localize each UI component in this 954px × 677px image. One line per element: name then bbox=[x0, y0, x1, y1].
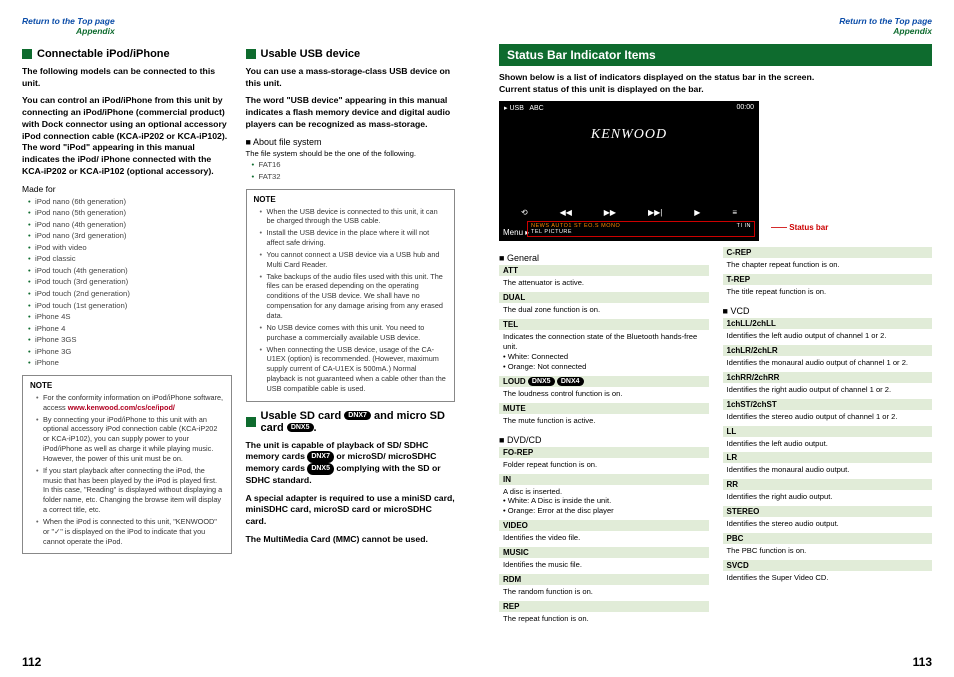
status-intro2: Current status of this unit is displayed… bbox=[499, 84, 932, 96]
general-heading: General bbox=[499, 253, 709, 263]
note-title: NOTE bbox=[30, 381, 224, 390]
dnx7-badge: DNX7 bbox=[344, 411, 371, 420]
return-link-text: Return to the Top page bbox=[22, 16, 115, 26]
right-col-1: General ATTThe attenuator is active.DUAL… bbox=[499, 247, 709, 627]
brand-logo: KENWOOD bbox=[499, 115, 759, 143]
fs-list: FAT16FAT32 bbox=[246, 159, 456, 182]
sd-body-2: A special adapter is required to use a m… bbox=[246, 493, 456, 528]
top-return-link[interactable]: Return to the Top page Appendix bbox=[22, 16, 115, 36]
device-screenshot: ▸ USB ABC 00:00 KENWOOD ⟲◀◀▶▶▶▶|▶≡ Menu … bbox=[499, 101, 759, 241]
right-col-2: C-REPThe chapter repeat function is on.T… bbox=[723, 247, 933, 627]
status-bar-callout: —— Status bar bbox=[771, 223, 828, 232]
ipod-model-list: iPod nano (6th generation)iPod nano (5th… bbox=[22, 196, 232, 369]
sd-body-3: The MultiMedia Card (MMC) cannot be used… bbox=[246, 534, 456, 546]
menu-label: Menu ▸ bbox=[503, 228, 529, 237]
appendix-link: Appendix bbox=[76, 26, 115, 36]
ipod-note-list: For the conformity information on iPod/i… bbox=[30, 393, 224, 547]
playback-controls: ⟲◀◀▶▶▶▶|▶≡ bbox=[499, 208, 759, 217]
left-col-1: Connectable iPod/iPhone The following mo… bbox=[22, 44, 232, 554]
usb-body: The word "USB device" appearing in this … bbox=[246, 95, 456, 130]
ipod-heading: Connectable iPod/iPhone bbox=[37, 48, 170, 60]
bullet-icon bbox=[246, 49, 256, 59]
left-page: Return to the Top page Appendix Connecta… bbox=[0, 0, 477, 677]
note-title: NOTE bbox=[254, 195, 448, 204]
status-bar-highlight: NEWS AUTO1 ST EO.S MONOTEL PICTURE TI IN bbox=[527, 221, 755, 237]
ipod-intro: The following models can be connected to… bbox=[22, 66, 232, 89]
bullet-icon bbox=[246, 417, 256, 427]
ipod-body: You can control an iPod/iPhone from this… bbox=[22, 95, 232, 177]
usb-note-box: NOTE When the USB device is connected to… bbox=[246, 189, 456, 402]
usb-heading: Usable USB device bbox=[261, 48, 361, 60]
top-return-link[interactable]: Return to the Top page Appendix bbox=[839, 16, 932, 36]
made-for-label: Made for bbox=[22, 184, 232, 194]
left-col-2: Usable USB device You can use a mass-sto… bbox=[246, 44, 456, 554]
return-link-text: Return to the Top page bbox=[839, 16, 932, 26]
status-bar-title: Status Bar Indicator Items bbox=[499, 44, 932, 66]
fs-text: The file system should be the one of the… bbox=[246, 149, 456, 160]
status-intro1: Shown below is a list of indicators disp… bbox=[499, 72, 932, 84]
vcd-heading: VCD bbox=[723, 306, 933, 316]
page-number-right: 113 bbox=[913, 655, 932, 669]
ipod-note-box: NOTE For the conformity information on i… bbox=[22, 375, 232, 555]
appendix-link: Appendix bbox=[893, 26, 932, 36]
usb-intro: You can use a mass-storage-class USB dev… bbox=[246, 66, 456, 89]
dnx5-badge: DNX5 bbox=[287, 423, 314, 432]
sd-body-1: The unit is capable of playback of SD/ S… bbox=[246, 440, 456, 487]
page-number-left: 112 bbox=[22, 655, 41, 669]
sd-heading: Usable SD card DNX7 and micro SD card DN… bbox=[261, 410, 456, 434]
usb-note-list: When the USB device is connected to this… bbox=[254, 207, 448, 394]
bullet-icon bbox=[22, 49, 32, 59]
dvd-heading: DVD/CD bbox=[499, 435, 709, 445]
right-page: Return to the Top page Appendix Status B… bbox=[477, 0, 954, 677]
fs-heading: About file system bbox=[246, 137, 456, 147]
